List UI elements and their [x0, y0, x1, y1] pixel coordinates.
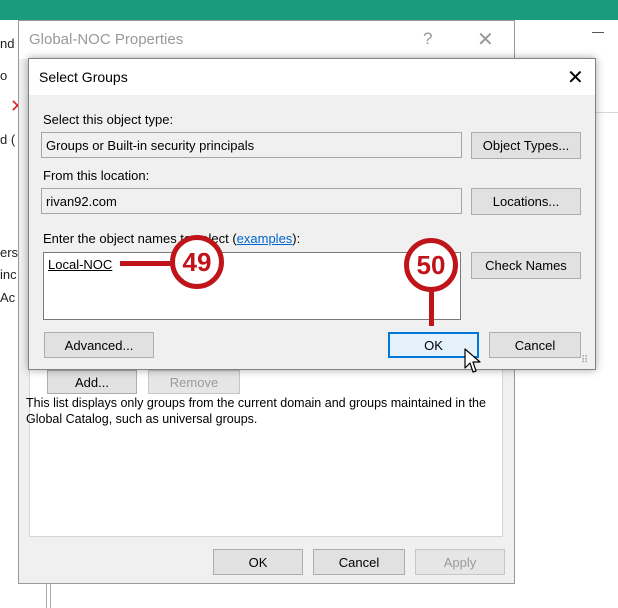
examples-link[interactable]: examples: [237, 231, 293, 246]
object-type-value: Groups or Built-in security principals: [46, 137, 255, 153]
bg-text-fragment: Ac: [0, 290, 16, 305]
location-field: rivan92.com: [41, 188, 462, 214]
properties-title: Global-NOC Properties: [29, 31, 184, 48]
object-names-label: Enter the object names to select (exampl…: [43, 231, 300, 246]
bg-text-fragment: ers: [0, 245, 19, 260]
help-icon[interactable]: ?: [423, 29, 432, 49]
bg-text-fragment: o: [0, 68, 8, 83]
dialog-title: Select Groups: [39, 69, 128, 85]
object-types-button[interactable]: Object Types...: [471, 132, 581, 159]
step-callout-49: 49: [170, 235, 224, 289]
select-groups-titlebar: Select Groups ✕: [29, 59, 595, 95]
callout-49-pointer: [120, 261, 172, 266]
apply-button[interactable]: Apply: [415, 549, 505, 575]
cancel-button[interactable]: Cancel: [313, 549, 405, 575]
cancel-button[interactable]: Cancel: [489, 332, 581, 358]
add-button[interactable]: Add...: [47, 370, 137, 394]
bg-text-fragment: inc: [0, 267, 17, 282]
minimize-icon[interactable]: [592, 32, 604, 33]
background-window-titlebar: [0, 0, 618, 20]
ok-button[interactable]: OK: [213, 549, 303, 575]
object-type-label: Select this object type:: [43, 112, 174, 127]
advanced-button[interactable]: Advanced...: [44, 332, 154, 358]
select-groups-dialog: Select Groups ✕ Select this object type:…: [28, 58, 596, 370]
object-names-label-suffix: ):: [292, 231, 301, 246]
remove-button[interactable]: Remove: [148, 370, 240, 394]
resize-grip-icon[interactable]: ⠿: [581, 355, 588, 366]
location-label: From this location:: [43, 168, 150, 183]
callout-50-pointer: [429, 290, 434, 326]
object-names-input[interactable]: Local-NOC: [43, 252, 461, 320]
locations-button[interactable]: Locations...: [471, 188, 581, 215]
step-callout-50: 50: [404, 238, 458, 292]
bg-text-fragment: d (: [0, 132, 16, 147]
object-type-field: Groups or Built-in security principals: [41, 132, 462, 158]
close-icon[interactable]: ✕: [567, 65, 584, 90]
object-names-value: Local-NOC: [48, 257, 113, 272]
mouse-pointer-icon: [464, 348, 481, 373]
bg-text-fragment: nd: [0, 36, 15, 51]
close-icon[interactable]: ✕: [477, 27, 494, 52]
check-names-button[interactable]: Check Names: [471, 252, 581, 279]
properties-titlebar: Global-NOC Properties ? ✕: [19, 21, 514, 59]
location-value: rivan92.com: [46, 193, 117, 209]
info-text: This list displays only groups from the …: [26, 396, 486, 426]
